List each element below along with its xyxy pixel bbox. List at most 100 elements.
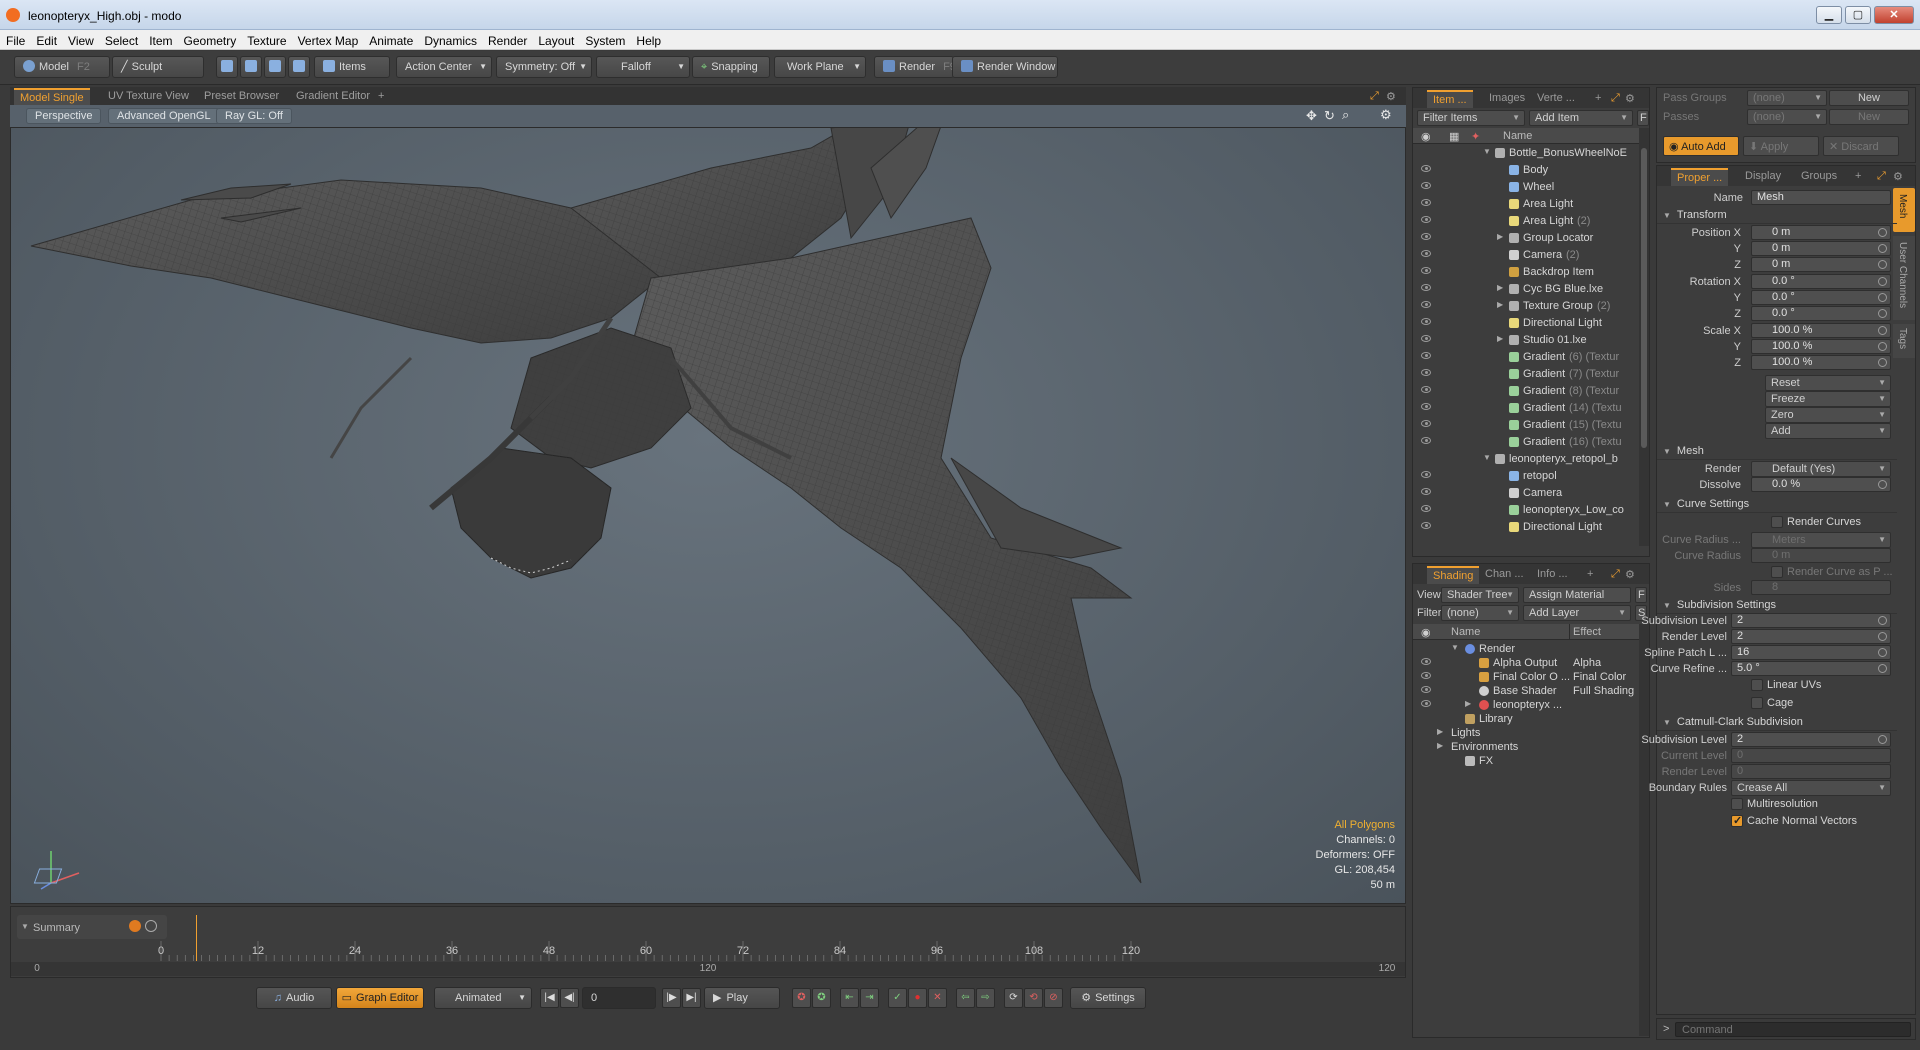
visibility-eye-icon[interactable] bbox=[1421, 301, 1431, 308]
rotate-view-icon[interactable]: ↻ bbox=[1324, 108, 1335, 124]
set-key-icon[interactable]: ✓ bbox=[888, 988, 907, 1008]
visibility-eye-icon[interactable] bbox=[1421, 233, 1431, 240]
cc-subdiv-level-field[interactable]: 2 bbox=[1731, 732, 1891, 747]
materials-select-button[interactable] bbox=[288, 56, 310, 78]
scrollbar-thumb[interactable] bbox=[1641, 148, 1647, 448]
sculpt-layout-button[interactable]: ╱ Sculpt bbox=[112, 56, 204, 78]
curve-radius-field[interactable]: 0 m bbox=[1751, 548, 1891, 563]
item-name-field[interactable]: Mesh bbox=[1751, 190, 1891, 205]
cc-render-level-field[interactable]: 0 bbox=[1731, 764, 1891, 779]
visibility-eye-icon[interactable] bbox=[1421, 369, 1431, 376]
visibility-eye-icon[interactable] bbox=[1421, 182, 1431, 189]
item-row[interactable]: leonopteryx_Low_co bbox=[1413, 502, 1639, 519]
item-row[interactable]: Gradient (14) (Textu bbox=[1413, 400, 1639, 417]
visibility-eye-icon[interactable] bbox=[1421, 386, 1431, 393]
item-row[interactable]: ▶ Cyc BG Blue.lxe bbox=[1413, 281, 1639, 298]
expand-arrow-icon[interactable]: ▶ bbox=[1497, 283, 1503, 292]
shader-row[interactable]: FX bbox=[1413, 753, 1639, 770]
tab-groups[interactable]: Groups bbox=[1795, 168, 1843, 186]
collapse-icon[interactable]: ▼ bbox=[1483, 147, 1491, 156]
expand-arrow-icon[interactable]: ▶ bbox=[1437, 741, 1443, 750]
item-row[interactable]: Gradient (16) (Textu bbox=[1413, 434, 1639, 451]
effect-column-header[interactable]: Effect bbox=[1573, 626, 1601, 638]
gear-icon[interactable]: ⚙ bbox=[1619, 90, 1641, 108]
next-key-icon[interactable]: |▶ bbox=[662, 988, 681, 1008]
current-frame-field[interactable]: 0 bbox=[582, 987, 656, 1009]
visibility-eye-icon[interactable] bbox=[1421, 199, 1431, 206]
scale-x-field[interactable]: 100.0 % bbox=[1751, 323, 1891, 338]
render-button[interactable]: RenderF9 bbox=[874, 56, 954, 78]
key-filter-icon[interactable]: ✪ bbox=[812, 988, 831, 1008]
expand-arrow-icon[interactable]: ▶ bbox=[1497, 334, 1503, 343]
position-y-field[interactable]: 0 m bbox=[1751, 241, 1891, 256]
zoom-view-icon[interactable]: ⌕ bbox=[1342, 107, 1349, 123]
subdivision-settings-section[interactable]: ▼ Subdivision Settings bbox=[1657, 596, 1897, 614]
record-icon[interactable]: ● bbox=[908, 988, 927, 1008]
side-tab-user-channels[interactable]: User Channels bbox=[1893, 236, 1915, 320]
cage-checkbox[interactable] bbox=[1751, 697, 1763, 709]
add-item-dropdown[interactable]: Add Item ▼ bbox=[1529, 110, 1633, 126]
3d-viewport[interactable]: All Polygons Channels: 0 Deformers: OFF … bbox=[10, 127, 1406, 904]
edges-select-button[interactable] bbox=[240, 56, 262, 78]
reset-dropdown[interactable]: Reset ▼ bbox=[1765, 375, 1891, 391]
timeline-ruler[interactable]: 0 12 24 36 48 60 72 84 96 108 120 bbox=[11, 915, 1405, 961]
settings-button[interactable]: ⚙ Settings bbox=[1070, 987, 1146, 1009]
expand-arrow-icon[interactable]: ▶ bbox=[1497, 300, 1503, 309]
polygons-select-button[interactable] bbox=[264, 56, 286, 78]
collapse-icon[interactable]: ▼ bbox=[1483, 453, 1491, 462]
go-to-start-icon[interactable]: |◀ bbox=[540, 988, 559, 1008]
menu-edit[interactable]: Edit bbox=[30, 30, 62, 50]
scale-z-field[interactable]: 100.0 % bbox=[1751, 355, 1891, 370]
item-row[interactable]: Gradient (8) (Textur bbox=[1413, 383, 1639, 400]
scale-y-field[interactable]: 100.0 % bbox=[1751, 339, 1891, 354]
pass-groups-dropdown[interactable]: (none) ▼ bbox=[1747, 90, 1827, 106]
curve-radius-mode-dropdown[interactable]: Meters ▼ bbox=[1751, 532, 1891, 548]
add-tab-button[interactable]: + bbox=[1581, 566, 1599, 584]
item-row[interactable]: Backdrop Item bbox=[1413, 264, 1639, 281]
graph-editor-button[interactable]: ▭ Graph Editor bbox=[336, 987, 424, 1009]
menu-render[interactable]: Render bbox=[482, 30, 532, 50]
item-row[interactable]: Camera (2) bbox=[1413, 247, 1639, 264]
render-dropdown[interactable]: Default (Yes) ▼ bbox=[1751, 461, 1891, 477]
tab-images[interactable]: Images bbox=[1483, 90, 1531, 108]
tab-item-list[interactable]: Item ... bbox=[1427, 90, 1473, 108]
visibility-eye-icon[interactable] bbox=[1421, 505, 1431, 512]
current-level-field[interactable]: 0 bbox=[1731, 748, 1891, 763]
assign-material-button[interactable]: Assign Material bbox=[1523, 587, 1631, 603]
item-row[interactable]: ▶ Group Locator bbox=[1413, 230, 1639, 247]
tab-display[interactable]: Display bbox=[1739, 168, 1787, 186]
prev-marker-icon[interactable]: ⇤ bbox=[840, 988, 859, 1008]
opengl-button[interactable]: Advanced OpenGL bbox=[108, 108, 220, 124]
collapse-icon[interactable]: ▼ bbox=[1451, 643, 1459, 652]
visibility-eye-icon[interactable] bbox=[1421, 471, 1431, 478]
visibility-column-icon[interactable]: ◉ bbox=[1421, 626, 1431, 639]
mesh-section[interactable]: ▼ Mesh bbox=[1657, 442, 1897, 460]
visibility-eye-icon[interactable] bbox=[1421, 318, 1431, 325]
freeze-dropdown[interactable]: Freeze ▼ bbox=[1765, 391, 1891, 407]
item-row[interactable]: ▼ leonopteryx_retopol_b bbox=[1413, 451, 1639, 468]
curve-settings-section[interactable]: ▼ Curve Settings bbox=[1657, 495, 1897, 513]
move-view-icon[interactable]: ✥ bbox=[1306, 108, 1317, 124]
menu-item[interactable]: Item bbox=[143, 30, 177, 50]
item-row[interactable]: Directional Light bbox=[1413, 315, 1639, 332]
delete-key-icon[interactable]: ✕ bbox=[928, 988, 947, 1008]
visibility-eye-icon[interactable] bbox=[1421, 658, 1431, 665]
add-layer-dropdown[interactable]: Add Layer ▼ bbox=[1523, 605, 1631, 621]
timeline-summary[interactable]: ▼ Summary bbox=[17, 915, 167, 939]
subdiv-level-field[interactable]: 2 bbox=[1731, 613, 1891, 628]
timeline-range-bar[interactable]: 0 120 120 bbox=[11, 962, 1405, 976]
visibility-eye-icon[interactable] bbox=[1421, 700, 1431, 707]
maximize-button[interactable]: ▢ bbox=[1845, 6, 1871, 24]
visibility-eye-icon[interactable] bbox=[1421, 403, 1431, 410]
visibility-eye-icon[interactable] bbox=[1421, 216, 1431, 223]
menu-texture[interactable]: Texture bbox=[241, 30, 291, 50]
shader-tree-dropdown[interactable]: Shader Tree ▼ bbox=[1441, 587, 1519, 603]
tab-uv-texture-view[interactable]: UV Texture View bbox=[102, 88, 195, 105]
tab-model-single[interactable]: Model Single bbox=[14, 88, 90, 105]
next-marker-icon[interactable]: ⇥ bbox=[860, 988, 879, 1008]
render-curves-checkbox[interactable] bbox=[1771, 516, 1783, 528]
new-pass-group-button[interactable]: New bbox=[1829, 90, 1909, 106]
catmull-clark-section[interactable]: ▼ Catmull-Clark Subdivision bbox=[1657, 713, 1897, 731]
items-scrollbar[interactable] bbox=[1639, 128, 1649, 546]
visibility-eye-icon[interactable] bbox=[1421, 488, 1431, 495]
